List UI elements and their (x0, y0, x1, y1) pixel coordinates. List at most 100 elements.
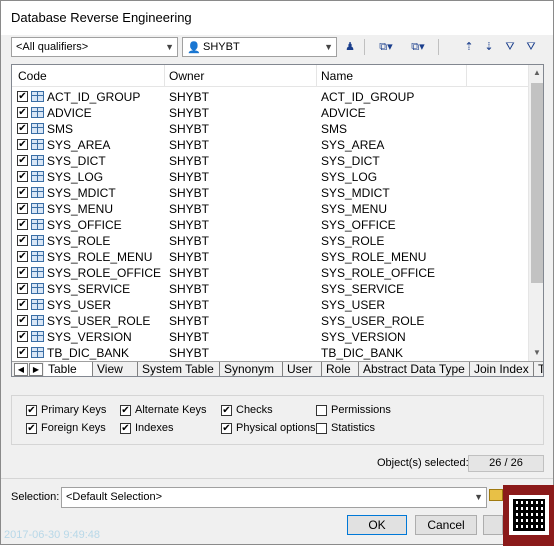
table-row[interactable]: ✔ ACT_ID_GROUP SHYBT ACT_ID_GROUP (12, 89, 528, 105)
row-checkbox[interactable]: ✔ (17, 171, 28, 182)
row-checkbox[interactable]: ✔ (17, 107, 28, 118)
vertical-scrollbar[interactable]: ▲ ▼ (528, 65, 543, 361)
scrollbar-thumb[interactable] (531, 83, 543, 283)
column-divider[interactable] (466, 65, 467, 87)
tab-user[interactable]: User (283, 362, 322, 376)
row-owner: SHYBT (169, 106, 210, 120)
row-owner: SHYBT (169, 90, 210, 104)
table-row[interactable]: ✔ SYS_OFFICE SHYBT SYS_OFFICE (12, 217, 528, 233)
row-code: SYS_SERVICE (47, 282, 131, 296)
table-row[interactable]: ✔ TB_DIC_BANK SHYBT TB_DIC_BANK (12, 345, 528, 361)
option-checkbox[interactable]: ✔ (221, 423, 232, 434)
selection-label: Selection: (11, 491, 60, 503)
option-checkbox[interactable] (316, 423, 327, 434)
table-row[interactable]: ✔ SYS_USER_ROLE SHYBT SYS_USER_ROLE (12, 313, 528, 329)
row-checkbox[interactable]: ✔ (17, 123, 28, 134)
row-name: SYS_MENU (321, 202, 388, 216)
tab-role[interactable]: Role (322, 362, 359, 376)
row-checkbox[interactable]: ✔ (17, 331, 28, 342)
owner-select[interactable]: 👤 SHYBT ▼ (182, 37, 337, 57)
option-checkbox[interactable] (316, 405, 327, 416)
row-code: ACT_ID_GROUP (47, 90, 141, 104)
option-checkbox[interactable]: ✔ (26, 423, 37, 434)
row-name: SMS (321, 122, 348, 136)
table-row[interactable]: ✔ SYS_MENU SHYBT SYS_MENU (12, 201, 528, 217)
reverse-engineering-dialog: Database Reverse Engineering <All qualif… (0, 0, 554, 546)
row-owner: SHYBT (169, 154, 210, 168)
option-checkbox[interactable]: ✔ (120, 405, 131, 416)
table-row[interactable]: ✔ SYS_ROLE_OFFICE SHYBT SYS_ROLE_OFFICE (12, 265, 528, 281)
filter-clear-icon[interactable]: ⛛ (521, 37, 541, 57)
tab-prev-icon[interactable]: ◀ (14, 363, 28, 376)
row-checkbox[interactable]: ✔ (17, 235, 28, 246)
filter-icon[interactable]: ⛛ (500, 37, 520, 57)
row-checkbox[interactable]: ✔ (17, 251, 28, 262)
column-header-owner[interactable]: Owner (169, 69, 204, 83)
column-divider[interactable] (316, 65, 317, 87)
table-row[interactable]: ✔ SYS_LOG SHYBT SYS_LOG (12, 169, 528, 185)
table-icon (31, 203, 44, 214)
row-checkbox[interactable]: ✔ (17, 139, 28, 150)
tab-table[interactable]: Table (44, 362, 93, 376)
table-row[interactable]: ✔ SYS_ROLE_MENU SHYBT SYS_ROLE_MENU (12, 249, 528, 265)
tab-abstract-data-type[interactable]: Abstract Data Type (359, 362, 470, 376)
row-name: SYS_USER_ROLE (321, 314, 425, 328)
table-icon (31, 155, 44, 166)
row-owner: SHYBT (169, 282, 210, 296)
row-checkbox[interactable]: ✔ (17, 267, 28, 278)
tab-synonym[interactable]: Synonym (220, 362, 283, 376)
row-owner: SHYBT (169, 218, 210, 232)
table-row[interactable]: ✔ SYS_USER SHYBT SYS_USER (12, 297, 528, 313)
row-checkbox[interactable]: ✔ (17, 283, 28, 294)
column-header-code[interactable]: Code (18, 69, 47, 83)
selection-select[interactable]: <Default Selection> ▼ (61, 487, 487, 508)
ok-button[interactable]: OK (347, 515, 407, 535)
table-row[interactable]: ✔ SYS_DICT SHYBT SYS_DICT (12, 153, 528, 169)
scroll-down-icon[interactable]: ▼ (529, 345, 543, 361)
row-checkbox[interactable]: ✔ (17, 219, 28, 230)
select-user-icon[interactable]: ♟ (340, 37, 360, 57)
qualifier-select[interactable]: <All qualifiers> ▼ (11, 37, 178, 57)
option-label: Checks (236, 404, 273, 416)
tab-system-table[interactable]: System Table (138, 362, 220, 376)
option-checkbox[interactable]: ✔ (26, 405, 37, 416)
cancel-button[interactable]: Cancel (415, 515, 477, 535)
option-label: Alternate Keys (135, 404, 207, 416)
table-row[interactable]: ✔ SYS_VERSION SHYBT SYS_VERSION (12, 329, 528, 345)
row-checkbox[interactable]: ✔ (17, 315, 28, 326)
select-all-icon[interactable]: ⧉▾ (373, 37, 399, 57)
option-checkbox[interactable]: ✔ (221, 405, 232, 416)
help-button[interactable] (483, 515, 503, 535)
row-name: SYS_ROLE_OFFICE (321, 266, 436, 280)
row-checkbox[interactable]: ✔ (17, 91, 28, 102)
list-header: Code Owner Name (12, 65, 528, 87)
row-checkbox[interactable]: ✔ (17, 299, 28, 310)
row-checkbox[interactable]: ✔ (17, 203, 28, 214)
move-down-icon[interactable]: ⇣ (479, 37, 499, 57)
tab-join-index[interactable]: Join Index (470, 362, 534, 376)
tab-next-icon[interactable]: ▶ (29, 363, 43, 376)
row-checkbox[interactable]: ✔ (17, 187, 28, 198)
table-row[interactable]: ✔ SYS_AREA SHYBT SYS_AREA (12, 137, 528, 153)
tab-view[interactable]: View (93, 362, 138, 376)
table-row[interactable]: ✔ SYS_ROLE SHYBT SYS_ROLE (12, 233, 528, 249)
option-label: Foreign Keys (41, 422, 106, 434)
row-checkbox[interactable]: ✔ (17, 347, 28, 358)
scroll-up-icon[interactable]: ▲ (529, 65, 543, 81)
row-name: SYS_DICT (321, 154, 380, 168)
table-row[interactable]: ✔ SMS SHYBT SMS (12, 121, 528, 137)
column-divider[interactable] (164, 65, 165, 87)
tab-tr[interactable]: Tr (534, 362, 543, 376)
move-up-icon[interactable]: ⇡ (459, 37, 479, 57)
table-icon (31, 331, 44, 342)
table-icon (31, 235, 44, 246)
object-list[interactable]: Code Owner Name ✔ ACT_ID_GROUP SHYBT ACT_ID… (11, 64, 544, 377)
deselect-all-icon[interactable]: ⧉▾ (405, 37, 431, 57)
option-checkbox[interactable]: ✔ (120, 423, 131, 434)
table-row[interactable]: ✔ SYS_MDICT SHYBT SYS_MDICT (12, 185, 528, 201)
table-row[interactable]: ✔ SYS_SERVICE SHYBT SYS_SERVICE (12, 281, 528, 297)
folder-icon[interactable] (489, 489, 503, 501)
table-row[interactable]: ✔ ADVICE SHYBT ADVICE (12, 105, 528, 121)
column-header-name[interactable]: Name (321, 69, 353, 83)
row-checkbox[interactable]: ✔ (17, 155, 28, 166)
